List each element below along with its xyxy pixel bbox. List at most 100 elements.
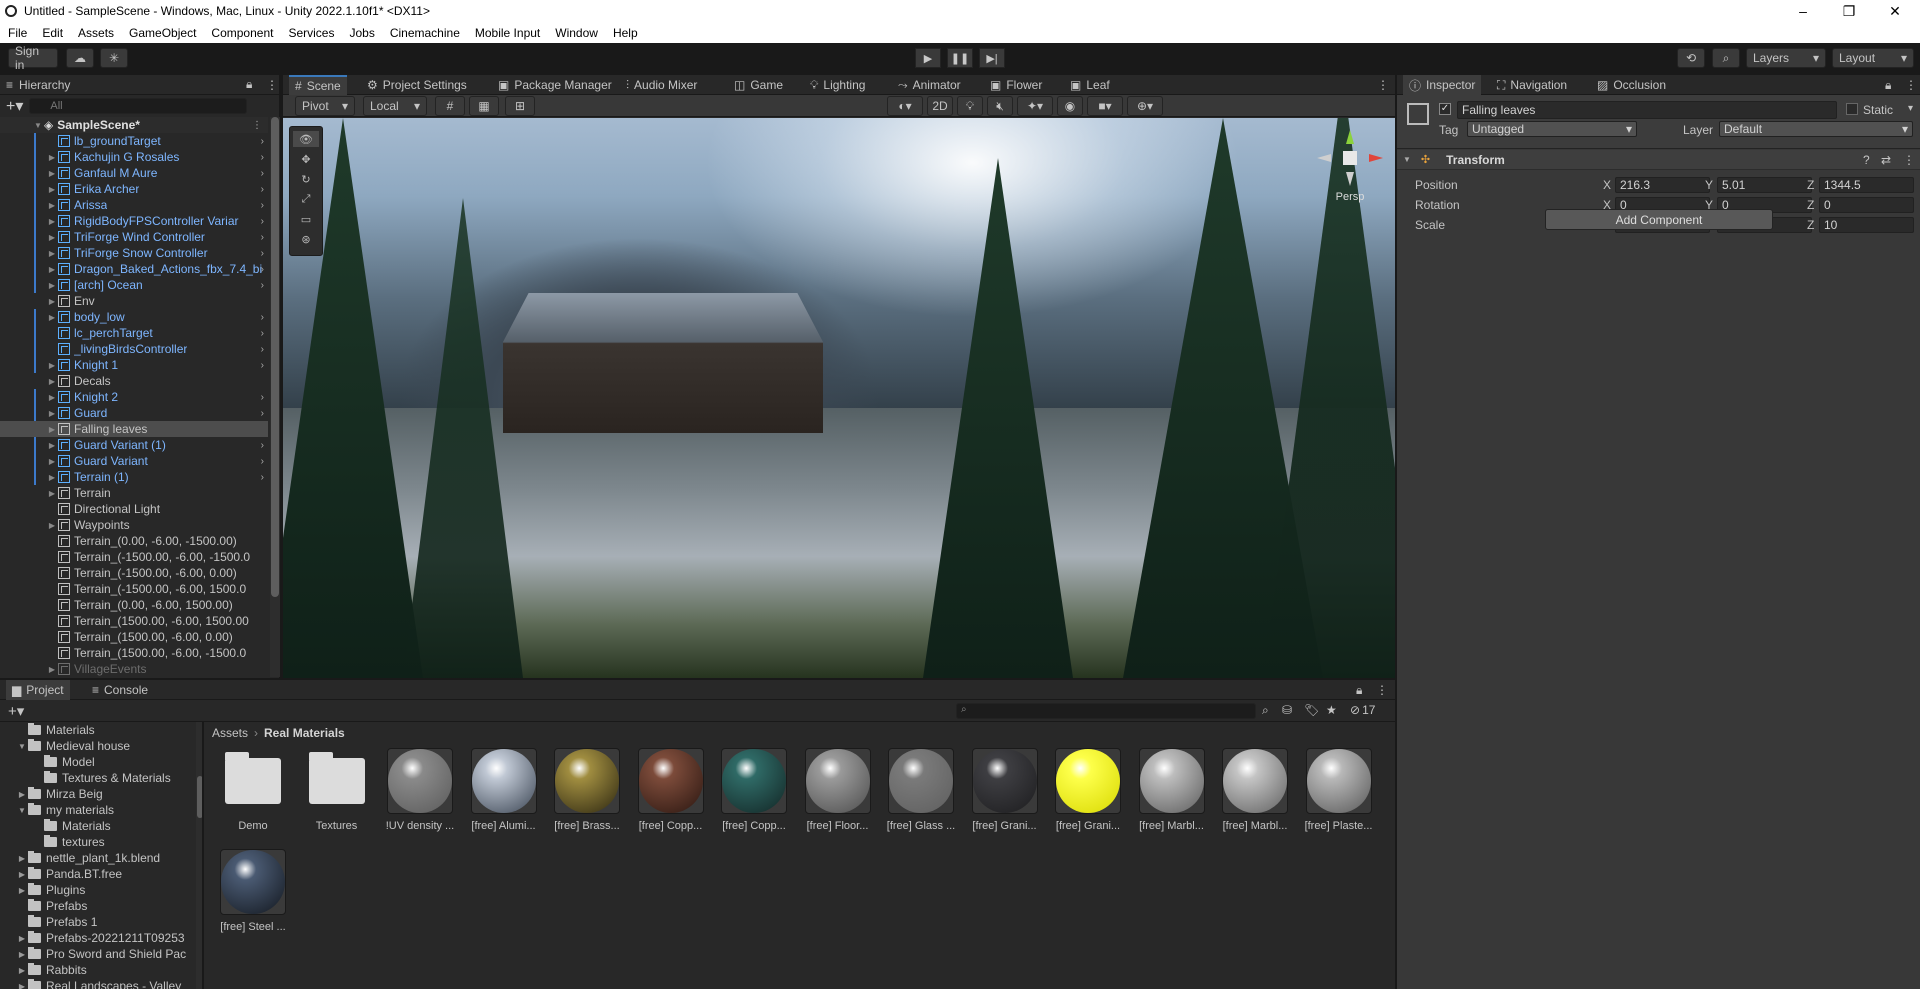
more-icon[interactable]: ⋮ — [266, 78, 278, 92]
tab-console[interactable]: ≡ Console — [92, 680, 148, 700]
folder-tree-item[interactable]: Prefabs 1 — [0, 914, 206, 930]
search-by-type-icon[interactable]: ⌕ — [1262, 703, 1269, 718]
2d-toggle[interactable]: 2D — [927, 96, 953, 116]
hierarchy-row[interactable]: ▶ Erika Archer › — [0, 181, 268, 197]
local-dropdown[interactable]: Local ▾ — [363, 96, 427, 116]
menu-window[interactable]: Window — [555, 26, 598, 40]
fold-icon[interactable]: ▶ — [46, 153, 58, 162]
fold-icon[interactable]: ▶ — [46, 409, 58, 418]
fold-icon[interactable]: ▶ — [46, 361, 58, 370]
grid-visibility-icon[interactable]: ▦ — [469, 96, 499, 116]
hierarchy-row[interactable]: ▶ Knight 1 › — [0, 357, 268, 373]
asset-item[interactable]: [free] Brass... — [548, 748, 626, 832]
scale-tool-icon[interactable]: ⤢ — [293, 191, 319, 207]
tab-project-settings[interactable]: ⚙ Project Settings — [367, 75, 467, 95]
fold-icon[interactable]: ▶ — [16, 982, 28, 989]
hierarchy-row[interactable]: ▶ Waypoints — [0, 517, 268, 533]
hierarchy-row[interactable]: ▶ Decals — [0, 373, 268, 389]
hierarchy-row[interactable]: ▶ [arch] Ocean › — [0, 277, 268, 293]
favorite-icon[interactable]: ★ — [1326, 703, 1337, 717]
more-icon[interactable]: ⋮ — [1903, 153, 1915, 167]
chevron-right-icon[interactable]: › — [261, 184, 264, 195]
more-icon[interactable]: ⋮ — [1905, 78, 1917, 92]
lock-icon[interactable]: 🔒︎ — [1356, 683, 1362, 698]
fold-icon[interactable]: ▶ — [46, 281, 58, 290]
chevron-right-icon[interactable]: › — [261, 456, 264, 467]
hierarchy-row[interactable]: Terrain_(-1500.00, -6.00, 1500.0 — [0, 581, 268, 597]
add-button[interactable]: +▾ — [8, 702, 24, 720]
fold-icon[interactable]: ▶ — [46, 665, 58, 674]
asset-item[interactable]: [free] Marbl... — [1133, 748, 1211, 832]
fold-icon[interactable]: ▶ — [46, 425, 58, 434]
chevron-right-icon[interactable]: › — [261, 168, 264, 179]
hierarchy-row[interactable]: ▶ Ganfaul M Aure › — [0, 165, 268, 181]
fold-icon[interactable]: ▼ — [1403, 155, 1411, 164]
menu-help[interactable]: Help — [613, 26, 638, 40]
history-icon[interactable]: ⟲ — [1677, 48, 1705, 68]
scene-row[interactable]: ▼ ◈ SampleScene* ⋮ — [0, 117, 268, 133]
hierarchy-row[interactable]: ▶ body_low › — [0, 309, 268, 325]
menu-jobs[interactable]: Jobs — [349, 26, 374, 40]
gizmos-icon[interactable]: ⊕▾ — [1127, 96, 1163, 116]
more-icon[interactable]: ⋮ — [1377, 78, 1389, 92]
audio-toggle-icon[interactable]: 🔇︎ — [987, 96, 1013, 116]
folder-tree-item[interactable]: ▶ Rabbits — [0, 962, 206, 978]
more-icon[interactable]: ⋮ — [1376, 683, 1388, 697]
fold-icon[interactable]: ▶ — [46, 249, 58, 258]
asset-item[interactable]: [free] Marbl... — [1216, 748, 1294, 832]
fold-icon[interactable]: ▶ — [46, 473, 58, 482]
position-x-input[interactable]: 216.3 — [1615, 177, 1710, 193]
chevron-right-icon[interactable]: › — [261, 360, 264, 371]
tab-occlusion[interactable]: ▨ Occlusion — [1597, 75, 1666, 95]
view-tool-icon[interactable]: 👁︎ — [293, 131, 319, 147]
fold-icon[interactable]: ▶ — [46, 185, 58, 194]
hierarchy-row[interactable]: ▶ Guard Variant › — [0, 453, 268, 469]
folder-tree-item[interactable]: ▶ Plugins — [0, 882, 206, 898]
rotation-z-input[interactable]: 0 — [1819, 197, 1914, 213]
asset-item[interactable]: [free] Copp... — [632, 748, 710, 832]
collab-icon[interactable]: ✳ — [100, 48, 128, 68]
effects-toggle-icon[interactable]: ✦▾ — [1017, 96, 1053, 116]
hierarchy-row[interactable]: Terrain_(1500.00, -6.00, -1500.0 — [0, 645, 268, 661]
lock-icon[interactable]: 🔒︎ — [1885, 78, 1891, 93]
search-icon[interactable]: ⌕ — [1712, 48, 1740, 68]
scene-viewport[interactable]: 👁︎ ✥ ↻ ⤢ ▭ ⊛ Persp — [283, 118, 1395, 678]
chevron-right-icon[interactable]: › — [261, 248, 264, 259]
menu-gameobject[interactable]: GameObject — [129, 26, 196, 40]
static-checkbox[interactable] — [1846, 103, 1858, 115]
hierarchy-row[interactable]: ▶ Guard Variant (1) › — [0, 437, 268, 453]
sign-in-button[interactable]: Sign in — [8, 44, 58, 72]
lighting-toggle-icon[interactable]: 💡︎ — [957, 96, 983, 116]
hierarchy-scrollbar[interactable] — [270, 117, 280, 677]
tab-inspector[interactable]: ⓘ Inspector — [1403, 75, 1482, 95]
tab-navigation[interactable]: ⛶ Navigation — [1497, 75, 1567, 95]
fold-icon[interactable]: ▶ — [46, 233, 58, 242]
asset-item[interactable]: [free] Plaste... — [1300, 748, 1378, 832]
maximize-button[interactable]: ❐ — [1826, 0, 1872, 22]
hierarchy-row[interactable]: Terrain_(1500.00, -6.00, 1500.00 — [0, 613, 268, 629]
fold-icon[interactable]: ▶ — [46, 489, 58, 498]
hidden-objects-icon[interactable]: ◉ — [1057, 96, 1083, 116]
menu-services[interactable]: Services — [288, 26, 334, 40]
fold-icon[interactable]: ▶ — [16, 886, 28, 895]
folder-tree-item[interactable]: ▶ Real Landscapes - Valley — [0, 978, 206, 989]
minimize-button[interactable]: – — [1780, 0, 1826, 22]
position-z-input[interactable]: 1344.5 — [1819, 177, 1914, 193]
fold-icon[interactable]: ▶ — [16, 870, 28, 879]
asset-item[interactable]: [free] Grani... — [966, 748, 1044, 832]
tag-dropdown[interactable]: Untagged ▾ — [1467, 121, 1637, 137]
asset-item[interactable]: !UV density ... — [381, 748, 459, 832]
chevron-down-icon[interactable]: ▾ — [1908, 103, 1913, 114]
transform-tool-icon[interactable]: ⊛ — [293, 231, 319, 247]
label-icon[interactable]: 🏷︎ — [1304, 703, 1319, 717]
fold-icon[interactable]: ▶ — [46, 457, 58, 466]
rect-tool-icon[interactable]: ▭ — [293, 211, 319, 227]
tab-game[interactable]: ◫ Game — [734, 75, 783, 95]
hierarchy-row[interactable]: Terrain_(0.00, -6.00, -1500.00) — [0, 533, 268, 549]
folder-tree-item[interactable]: Prefabs — [0, 898, 206, 914]
fold-icon[interactable]: ▶ — [46, 265, 58, 274]
hierarchy-row[interactable]: ▶ VillageEvents — [0, 661, 268, 677]
scale-z-input[interactable]: 10 — [1819, 217, 1914, 233]
tab-package-manager[interactable]: ▣ Package Manager — [498, 75, 612, 95]
hierarchy-row[interactable]: ▶ Knight 2 › — [0, 389, 268, 405]
